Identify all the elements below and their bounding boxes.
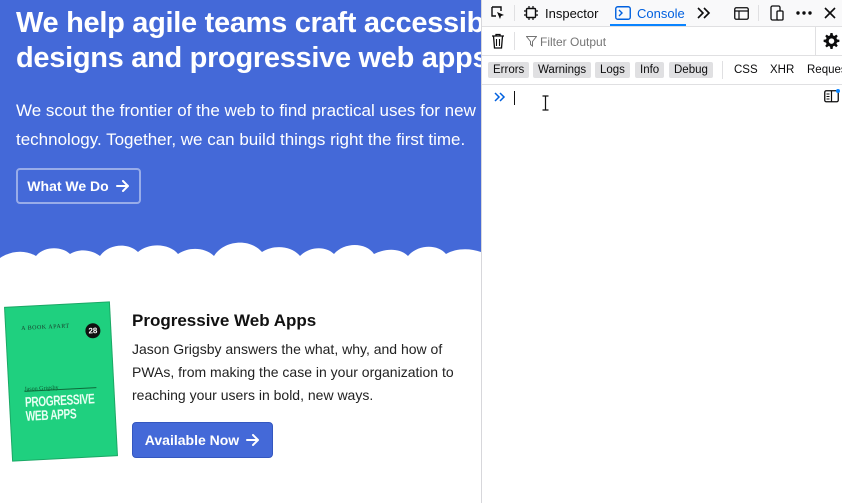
- filter-logs[interactable]: Logs: [595, 62, 630, 78]
- book-number-badge: 28: [85, 322, 101, 339]
- web-page: We help agile teams craft accessible des…: [0, 0, 481, 503]
- filter-debug[interactable]: Debug: [669, 62, 713, 78]
- split-console-icon: [824, 89, 840, 103]
- filter-xhr[interactable]: XHR: [770, 62, 794, 78]
- responsive-design-icon: [770, 5, 784, 21]
- book-publisher: A BOOK APART: [21, 323, 70, 333]
- settings-gear-icon: [823, 32, 840, 49]
- split-console-button[interactable]: [824, 83, 840, 109]
- available-now-label: Available Now: [144, 432, 240, 448]
- filter-errors[interactable]: Errors: [488, 62, 530, 78]
- devtools-panel: Inspector Console Filter Output Errors W…: [481, 0, 842, 503]
- what-we-do-label: What We Do: [27, 178, 109, 194]
- filter-separator: [514, 32, 515, 50]
- filter-output-input[interactable]: [520, 31, 822, 53]
- filter-css[interactable]: CSS: [734, 62, 758, 78]
- devtools-toolbar: Inspector Console: [482, 0, 842, 27]
- hero-title-line-2: designs and progressive web apps!: [16, 42, 481, 74]
- filter-requests[interactable]: Reques: [807, 62, 842, 78]
- console-input[interactable]: [482, 85, 842, 111]
- filter-info[interactable]: Info: [635, 62, 665, 78]
- feature-description: Jason Grigsby answers the what, why, and…: [132, 341, 454, 403]
- more-options-button[interactable]: [796, 0, 812, 26]
- console-icon: [615, 6, 631, 20]
- available-now-button[interactable]: Available Now: [132, 422, 273, 458]
- arrow-right-icon: [115, 180, 129, 192]
- inspector-icon: [524, 6, 538, 20]
- tab-console[interactable]: Console: [615, 0, 685, 26]
- filter-separator: [815, 27, 816, 55]
- cloud-divider: [0, 242, 481, 276]
- close-devtools-button[interactable]: [824, 0, 836, 26]
- level-separator: [722, 61, 723, 79]
- pick-element-icon: [491, 6, 504, 19]
- active-tab-indicator: [610, 24, 686, 26]
- hero-title-line-1: We help agile teams craft accessible: [16, 7, 481, 39]
- pick-element-button[interactable]: [490, 0, 506, 26]
- close-icon: [824, 7, 836, 19]
- more-tools-button[interactable]: [697, 0, 711, 26]
- what-we-do-button[interactable]: What We Do: [16, 168, 141, 204]
- book-cover-image: A BOOK APART 28 Jason Grigsby PROGRESSIV…: [5, 302, 117, 461]
- hero-subtitle: We scout the frontier of the web to find…: [16, 101, 476, 149]
- feature-title: Progressive Web Apps: [132, 311, 317, 330]
- dock-options-button[interactable]: [734, 0, 749, 26]
- log-level-filters: Errors Warnings Logs Info Debug CSS XHR …: [482, 56, 842, 85]
- more-options-icon: [796, 11, 812, 15]
- arrow-right-icon: [246, 434, 260, 446]
- tab-console-label: Console: [637, 5, 685, 21]
- tab-inspector[interactable]: Inspector: [524, 0, 598, 26]
- toolbar-separator: [758, 5, 759, 21]
- responsive-design-button[interactable]: [770, 0, 784, 26]
- more-tools-chevron-icon: [697, 7, 711, 19]
- clear-console-button[interactable]: [491, 28, 505, 54]
- prompt-chevron-icon: [494, 92, 506, 102]
- book-cover-title: PROGRESSIVE WEB APPS: [24, 390, 95, 424]
- text-caret: [514, 91, 515, 105]
- toolbar-separator: [514, 5, 515, 21]
- filter-warnings[interactable]: Warnings: [533, 62, 592, 78]
- trash-icon: [492, 33, 504, 49]
- filter-bar: [482, 27, 842, 56]
- dock-icon: [734, 6, 749, 20]
- hero-title: We help agile teams craft accessible des…: [16, 6, 481, 76]
- console-settings-button[interactable]: [823, 28, 840, 54]
- hero-section: We help agile teams craft accessible des…: [0, 0, 481, 262]
- text-cursor-icon: [542, 95, 549, 111]
- tab-inspector-label: Inspector: [545, 5, 599, 21]
